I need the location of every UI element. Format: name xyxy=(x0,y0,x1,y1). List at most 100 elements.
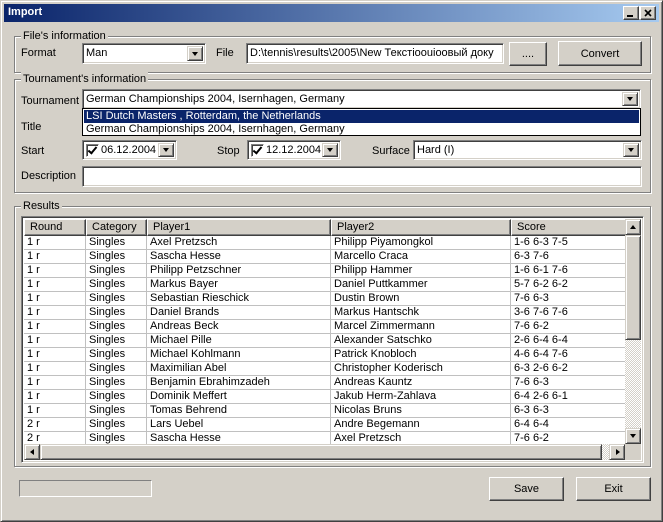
table-cell: 1 r xyxy=(24,404,86,418)
close-button[interactable] xyxy=(640,6,656,20)
chevron-down-icon[interactable] xyxy=(187,46,203,61)
results-grid-body: 1 r Singles Axel Pretzsch Philipp Piyamongk… xyxy=(24,236,625,444)
table-cell: 1-6 6-3 7-5 xyxy=(511,236,625,250)
table-cell: 6-3 6-3 xyxy=(511,404,625,418)
table-cell: Maximilian Abel xyxy=(147,362,331,376)
exit-button[interactable]: Exit xyxy=(576,477,651,501)
results-group-legend: Results xyxy=(21,199,62,213)
column-header-score[interactable]: Score xyxy=(511,219,629,236)
table-row[interactable]: 1 r Singles Benjamin Ebrahimzadeh Andreas K… xyxy=(24,376,625,390)
table-cell: Axel Pretzsch xyxy=(147,236,331,250)
description-field[interactable] xyxy=(82,166,642,187)
horizontal-scrollbar[interactable] xyxy=(24,444,625,460)
table-cell: Marcello Craca xyxy=(331,250,511,264)
checkbox-checked-icon[interactable] xyxy=(251,144,264,157)
table-row[interactable]: 1 r Singles Michael Kohlmann Patrick Knoblo… xyxy=(24,348,625,362)
column-header-player1[interactable]: Player1 xyxy=(147,219,331,236)
column-header-player2[interactable]: Player2 xyxy=(331,219,511,236)
table-cell: Markus Hantschk xyxy=(331,306,511,320)
table-cell: Singles xyxy=(86,334,147,348)
table-cell: 6-3 2-6 6-2 xyxy=(511,362,625,376)
vertical-scroll-thumb[interactable] xyxy=(625,235,641,340)
chevron-down-icon[interactable] xyxy=(322,143,338,157)
convert-button-label: Convert xyxy=(580,47,620,60)
table-row[interactable]: 1 r Singles Daniel Brands Markus Hantschk 3-… xyxy=(24,306,625,320)
table-row[interactable]: 1 r Singles Sebastian Rieschick Dustin Brow… xyxy=(24,292,625,306)
table-cell: 1 r xyxy=(24,306,86,320)
table-cell: 7-6 6-2 xyxy=(511,320,625,334)
table-row[interactable]: 1 r Singles Michael Pille Alexander Satschk… xyxy=(24,334,625,348)
table-cell: Singles xyxy=(86,348,147,362)
table-cell: 1 r xyxy=(24,264,86,278)
table-row[interactable]: 2 r Singles Lars Uebel Andre Begemann 6-4 6-… xyxy=(24,418,625,432)
table-cell: 1 r xyxy=(24,250,86,264)
table-cell: 1 r xyxy=(24,390,86,404)
table-cell: Nicolas Bruns xyxy=(331,404,511,418)
scroll-left-button[interactable] xyxy=(24,444,40,460)
column-header-round[interactable]: Round xyxy=(24,219,86,236)
table-row[interactable]: 1 r Singles Tomas Behrend Nicolas Bruns 6-3 … xyxy=(24,404,625,418)
table-cell: Philipp Hammer xyxy=(331,264,511,278)
dropdown-option[interactable]: German Championships 2004, Isernhagen, G… xyxy=(84,123,639,136)
table-cell: Singles xyxy=(86,236,147,250)
table-cell: Markus Bayer xyxy=(147,278,331,292)
results-grid[interactable]: Round Category Player1 Player2 Score 1 r… xyxy=(21,216,644,463)
horizontal-scroll-thumb[interactable] xyxy=(40,444,602,460)
exit-button-label: Exit xyxy=(604,483,623,495)
file-path-field[interactable]: D:\tennis\results\2005\New Текстioouiоов… xyxy=(246,43,504,64)
stop-date-picker[interactable]: 12.12.2004 xyxy=(247,140,341,160)
table-cell: Christopher Koderisch xyxy=(331,362,511,376)
format-select[interactable]: Man xyxy=(82,43,206,64)
browse-button-label: .... xyxy=(521,48,535,60)
chevron-down-icon[interactable] xyxy=(158,143,174,157)
table-cell: 6-3 7-6 xyxy=(511,250,625,264)
save-button[interactable]: Save xyxy=(489,477,564,501)
dropdown-option[interactable]: LSI Dutch Masters , Rotterdam, the Nethe… xyxy=(84,110,639,123)
start-date-picker[interactable]: 06.12.2004 xyxy=(82,140,177,160)
minimize-icon xyxy=(627,15,633,17)
table-row[interactable]: 1 r Singles Andreas Beck Marcel Zimmermann 7… xyxy=(24,320,625,334)
table-row[interactable]: 1 r Singles Maximilian Abel Christopher Kod… xyxy=(24,362,625,376)
scroll-up-button[interactable] xyxy=(625,219,641,235)
table-row[interactable]: 1 r Singles Sascha Hesse Marcello Craca 6-3 … xyxy=(24,250,625,264)
table-row[interactable]: 1 r Singles Dominik Meffert Jakub Herm-Zahl… xyxy=(24,390,625,404)
chevron-down-icon[interactable] xyxy=(623,143,639,157)
scroll-up-icon xyxy=(630,225,636,229)
convert-button[interactable]: Convert xyxy=(558,41,642,66)
table-cell: Daniel Brands xyxy=(147,306,331,320)
window-title: Import xyxy=(8,6,43,18)
tournament-select[interactable]: German Championships 2004, Isernhagen, G… xyxy=(82,89,641,109)
minimize-button[interactable] xyxy=(623,6,639,20)
table-row[interactable]: 1 r Singles Axel Pretzsch Philipp Piyamongk… xyxy=(24,236,625,250)
scroll-right-button[interactable] xyxy=(609,444,625,460)
vertical-scrollbar[interactable] xyxy=(625,219,641,444)
scroll-left-icon xyxy=(30,449,34,455)
surface-value: Hard (I) xyxy=(417,144,455,156)
tournament-group-legend: Tournament's information xyxy=(21,72,149,86)
table-cell: Lars Uebel xyxy=(147,418,331,432)
table-cell: 1 r xyxy=(24,320,86,334)
table-cell: 6-4 2-6 6-1 xyxy=(511,390,625,404)
table-cell: 1-6 6-1 7-6 xyxy=(511,264,625,278)
table-cell: 2 r xyxy=(24,418,86,432)
title-bar[interactable]: Import xyxy=(4,4,659,22)
table-row[interactable]: 1 r Singles Markus Bayer Daniel Puttkammer 5… xyxy=(24,278,625,292)
table-cell: Singles xyxy=(86,390,147,404)
browse-button[interactable]: .... xyxy=(509,42,547,66)
scroll-down-button[interactable] xyxy=(625,428,641,444)
checkbox-checked-icon[interactable] xyxy=(86,144,99,157)
table-row[interactable]: 1 r Singles Philipp Petzschner Philipp Hamm… xyxy=(24,264,625,278)
table-cell: Marcel Zimmermann xyxy=(331,320,511,334)
table-cell: Alexander Satschko xyxy=(331,334,511,348)
surface-select[interactable]: Hard (I) xyxy=(413,140,642,160)
table-cell: Singles xyxy=(86,250,147,264)
chevron-down-icon[interactable] xyxy=(622,92,638,106)
tournament-dropdown-list[interactable]: LSI Dutch Masters , Rotterdam, the Nethe… xyxy=(82,108,641,136)
column-header-category[interactable]: Category xyxy=(86,219,147,236)
table-cell: Singles xyxy=(86,404,147,418)
start-date-value: 06.12.2004 xyxy=(101,144,157,156)
table-row[interactable]: 2 r Singles Sascha Hesse Axel Pretzsch 7-6 6… xyxy=(24,432,625,444)
table-cell: 1 r xyxy=(24,292,86,306)
table-cell: 4-6 6-4 7-6 xyxy=(511,348,625,362)
close-icon xyxy=(644,9,652,17)
